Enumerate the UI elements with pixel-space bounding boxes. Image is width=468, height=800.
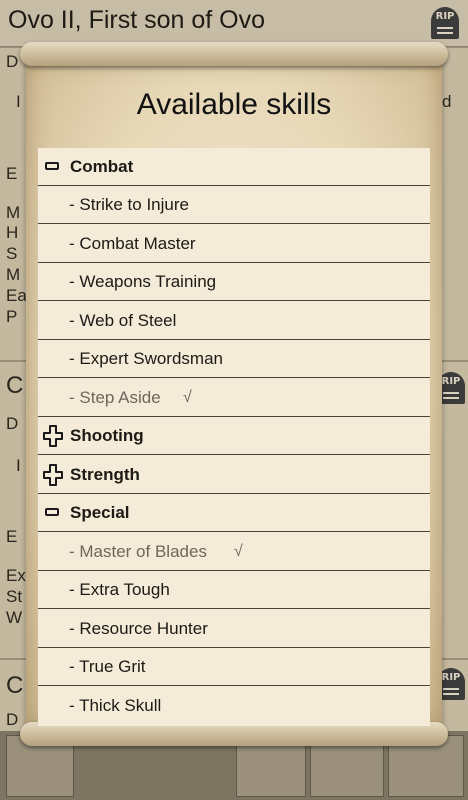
- group-header-combat[interactable]: Combat: [38, 148, 430, 186]
- card-fragment: d: [442, 92, 452, 111]
- skill-label: - True Grit: [69, 657, 146, 676]
- warrior-name[interactable]: Ovo II, First son of Ovo: [8, 6, 265, 35]
- skill-item-taken[interactable]: - Master of Blades √: [38, 533, 430, 571]
- group-header-shooting[interactable]: Shooting: [38, 417, 430, 455]
- skill-label: - Strike to Injure: [69, 195, 189, 214]
- card-fragment: D: [6, 710, 19, 729]
- group-label: Special: [70, 503, 130, 522]
- skill-label: - Combat Master: [69, 234, 196, 253]
- card-fragment: D: [6, 52, 19, 71]
- card-fragment: Ex: [6, 566, 26, 585]
- card-fragment: M: [6, 203, 21, 222]
- card-fragment: I: [16, 456, 21, 475]
- scroll-top-roller: [20, 42, 448, 66]
- group-label: Combat: [70, 157, 134, 176]
- dialog-title: Available skills: [136, 88, 332, 121]
- skill-item-taken[interactable]: - Step Aside √: [38, 379, 430, 417]
- skill-item[interactable]: - Weapons Training: [38, 263, 430, 301]
- skill-item[interactable]: - Strike to Injure: [38, 186, 430, 224]
- card-fragment: E: [6, 527, 18, 546]
- skill-label: - Weapons Training: [69, 272, 217, 291]
- skills-list[interactable]: Combat - Strike to Injure - Combat Maste…: [38, 148, 430, 726]
- group-header-strength[interactable]: Strength: [38, 456, 430, 494]
- card-fragment: W: [6, 608, 23, 627]
- skill-item[interactable]: - Expert Swordsman: [38, 340, 430, 378]
- card-fragment: E: [6, 164, 18, 183]
- skill-item[interactable]: - True Grit: [38, 648, 430, 686]
- skill-item[interactable]: - Extra Tough: [38, 571, 430, 609]
- skill-item[interactable]: - Web of Steel: [38, 302, 430, 340]
- checkmark-icon: √: [234, 543, 243, 560]
- collapse-icon: [45, 508, 59, 516]
- skill-item[interactable]: - Combat Master: [38, 225, 430, 263]
- card-fragment: H: [6, 223, 19, 242]
- skill-label: - Master of Blades: [69, 542, 207, 561]
- card-fragment: S: [6, 244, 18, 263]
- card-fragment: C: [6, 372, 24, 399]
- skill-item[interactable]: - Thick Skull: [38, 687, 430, 725]
- card-fragment: C: [6, 672, 24, 699]
- checkmark-icon: √: [183, 389, 192, 406]
- skill-label: - Thick Skull: [69, 696, 162, 715]
- group-label: Strength: [70, 465, 140, 484]
- skill-label: - Resource Hunter: [69, 619, 208, 638]
- expand-plus-icon: [43, 425, 63, 447]
- skill-label: - Step Aside: [69, 388, 161, 407]
- collapse-icon: [45, 162, 59, 170]
- card-fragment: I: [16, 92, 21, 111]
- expand-plus-icon: [43, 464, 63, 486]
- card-fragment: M: [6, 265, 21, 284]
- skill-item[interactable]: - Resource Hunter: [38, 610, 430, 648]
- skill-label: - Expert Swordsman: [69, 349, 223, 368]
- skill-label: - Extra Tough: [69, 580, 170, 599]
- skill-label: - Web of Steel: [69, 311, 177, 330]
- group-header-special[interactable]: Special: [38, 494, 430, 532]
- card-fragment: D: [6, 414, 19, 433]
- group-label: Shooting: [70, 426, 144, 445]
- card-fragment: P: [6, 307, 18, 326]
- card-fragment: St: [6, 587, 23, 606]
- card-fragment: Ea: [6, 286, 27, 305]
- rip-tombstone-icon[interactable]: RIP: [431, 7, 459, 39]
